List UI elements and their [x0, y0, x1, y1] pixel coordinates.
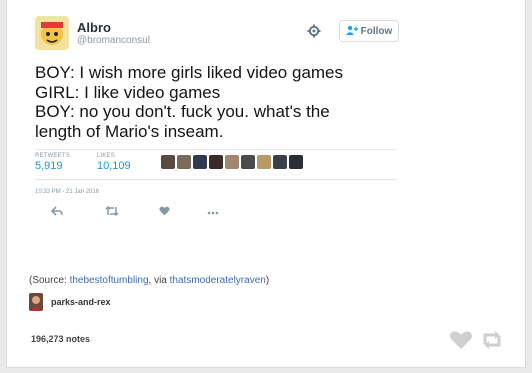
liker-avatar[interactable] — [209, 155, 223, 169]
source-prefix: (Source: — [29, 275, 70, 286]
tweet-author-avatar[interactable] — [35, 16, 69, 50]
tweet-line: length of Mario's inseam. — [35, 121, 224, 141]
more-icon[interactable] — [207, 206, 219, 218]
follow-button[interactable]: Follow — [339, 20, 399, 42]
tweet-line: GIRL: I like video games — [35, 82, 221, 102]
tweet-actions — [35, 205, 235, 219]
liker-avatar[interactable] — [273, 155, 287, 169]
tweet-author-name[interactable]: Albro — [77, 20, 111, 35]
likes-count: 10,109 — [97, 160, 131, 172]
gear-icon[interactable] — [307, 24, 321, 38]
tweet-line: BOY: no you don't. fuck you. what's the — [35, 102, 330, 121]
notes-count[interactable]: 196,273 notes — [31, 334, 90, 344]
heart-icon[interactable] — [159, 206, 170, 219]
retweets-stat[interactable]: RETWEETS 5,919 — [35, 153, 70, 172]
likes-label: LIKES — [97, 153, 116, 159]
embedded-tweet: Albro @bromanconsul Follow BOY: I wish m… — [25, 0, 399, 230]
liker-avatar[interactable] — [193, 155, 207, 169]
liker-avatars — [161, 155, 303, 169]
retweet-icon[interactable] — [105, 205, 119, 219]
liker-avatar[interactable] — [241, 155, 255, 169]
likes-stat[interactable]: LIKES 10,109 — [97, 153, 131, 172]
tumblr-post: Albro @bromanconsul Follow BOY: I wish m… — [6, 0, 526, 368]
via-link[interactable]: thatsmoderatelyraven — [170, 275, 266, 286]
tweet-timestamp[interactable]: 10:33 PM - 21 Jan 2016 — [35, 189, 99, 195]
source-middle: , via — [148, 275, 170, 286]
source-link[interactable]: thebestoftumbling — [70, 275, 149, 286]
retweets-count: 5,919 — [35, 160, 63, 172]
follow-label: Follow — [360, 25, 393, 37]
divider — [35, 149, 397, 150]
liker-avatar[interactable] — [225, 155, 239, 169]
liker-avatar[interactable] — [289, 155, 303, 169]
divider — [35, 179, 397, 180]
liker-avatar[interactable] — [161, 155, 175, 169]
add-user-icon — [345, 25, 358, 38]
tweet-author-handle[interactable]: @bromanconsul — [77, 35, 150, 46]
liker-avatar[interactable] — [177, 155, 191, 169]
tweet-text: BOY: I wish more girls liked video games… — [35, 63, 395, 141]
liker-avatar[interactable] — [257, 155, 271, 169]
source-suffix: ) — [265, 275, 270, 286]
blog-name[interactable]: parks-and-rex — [51, 297, 111, 307]
reply-icon[interactable] — [50, 206, 63, 219]
source-attribution: (Source: thebestoftumbling, via thatsmod… — [29, 275, 269, 286]
reblogger[interactable]: parks-and-rex — [29, 293, 111, 311]
blog-avatar[interactable] — [29, 293, 43, 311]
heart-icon[interactable] — [449, 330, 473, 350]
reblog-icon[interactable] — [481, 330, 503, 350]
tweet-line: BOY: I wish more girls liked video games — [35, 63, 344, 82]
retweets-label: RETWEETS — [35, 153, 70, 159]
